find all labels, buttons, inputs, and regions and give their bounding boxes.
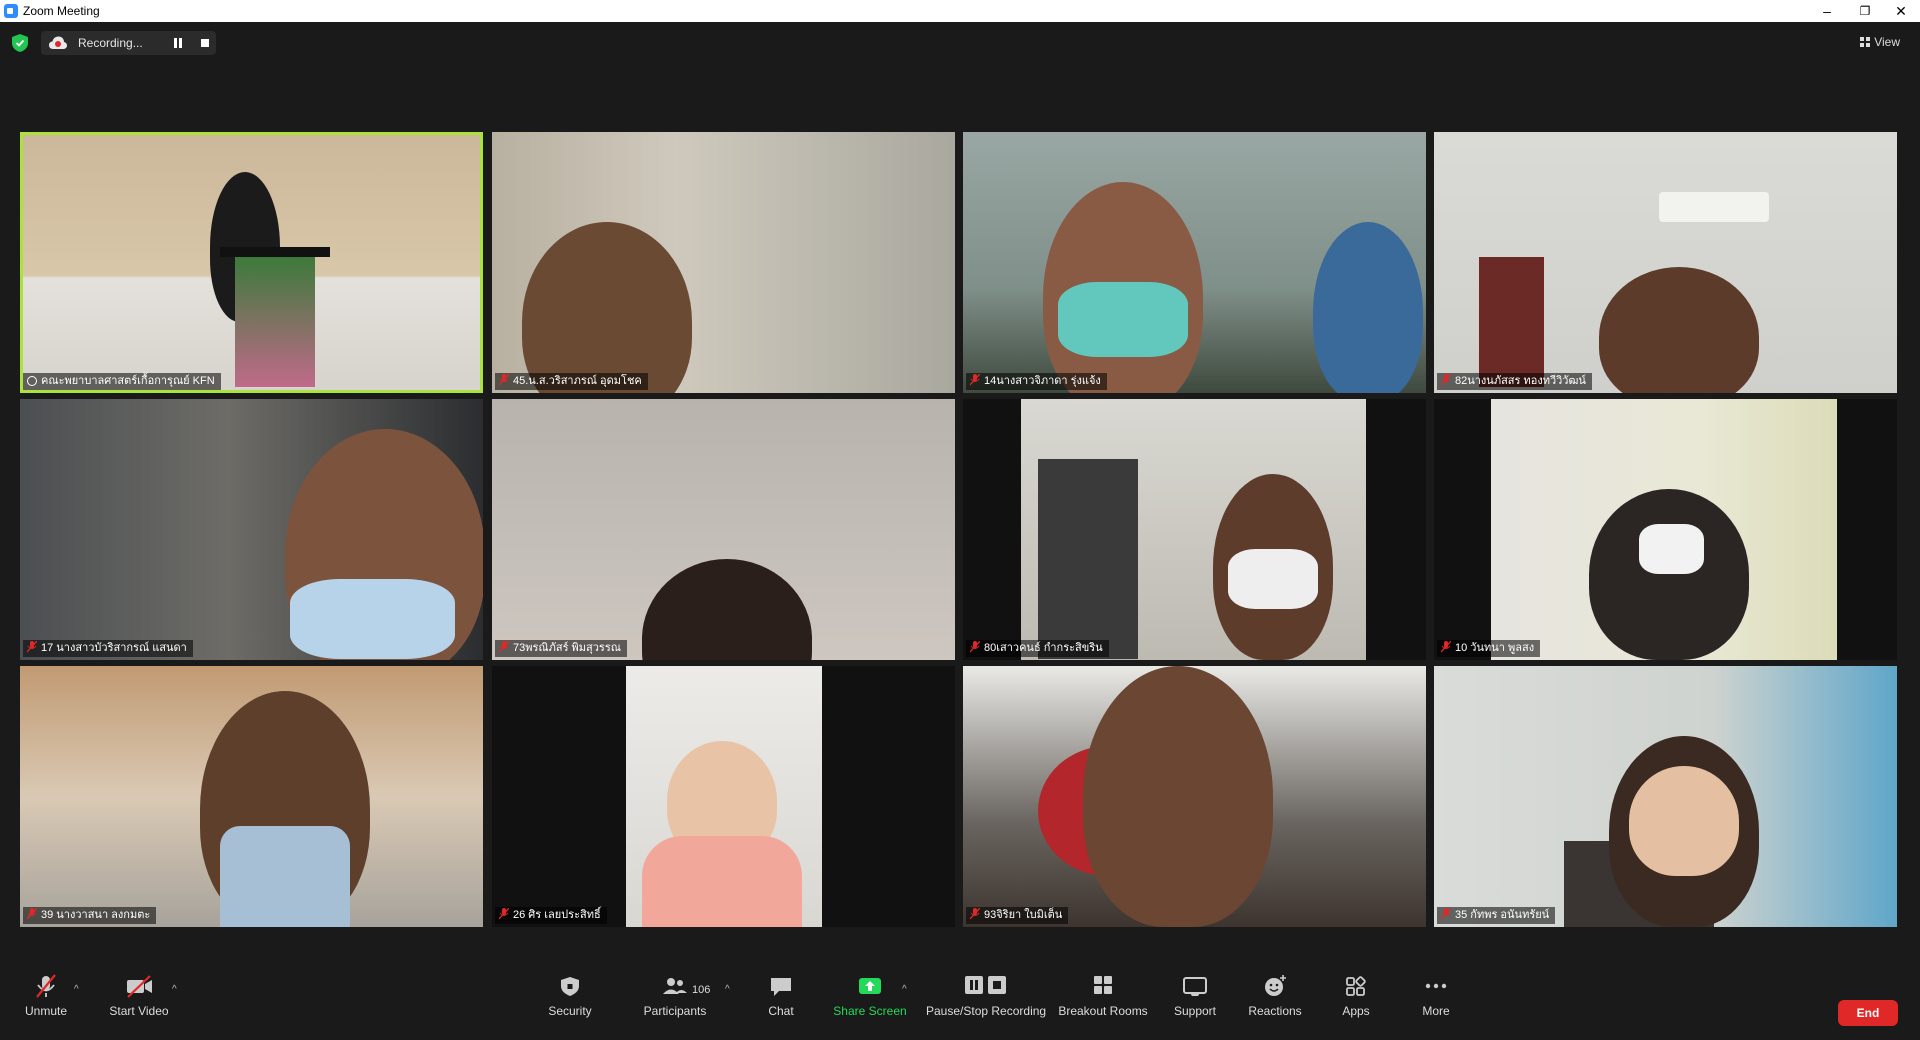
- pin-icon: [27, 376, 37, 386]
- cloud-recording-icon: [49, 36, 67, 49]
- pause-recording-icon[interactable]: [173, 38, 183, 48]
- participant-name: 82นางนภัสสร ทองทวีวิวัฒน์: [1437, 373, 1592, 390]
- video-tile[interactable]: 82นางนภัสสร ทองทวีวิวัฒน์: [1434, 132, 1897, 393]
- participant-shirt: [220, 826, 350, 927]
- zoom-logo-icon: [4, 4, 18, 18]
- muted-mic-icon: [499, 374, 509, 386]
- support-button[interactable]: Support: [1170, 972, 1220, 1018]
- participant-video: [1589, 489, 1749, 660]
- air-conditioner: [1659, 192, 1769, 222]
- participants-chevron-icon[interactable]: ^: [725, 984, 730, 995]
- share-screen-icon: [859, 978, 881, 994]
- door: [1479, 257, 1544, 387]
- grid-view-icon: [1860, 37, 1871, 47]
- participants-icon: [663, 978, 687, 994]
- video-tile[interactable]: คณะพยาบาลศาสตร์เกื้อการุณย์ KFN: [20, 132, 483, 393]
- view-label: View: [1874, 35, 1900, 49]
- video-tile[interactable]: 26 ศิร เลยประสิทธิ์: [492, 666, 955, 927]
- participant-name: 17 นางสาวบัวริสากรณ์ แสนดา: [23, 640, 193, 657]
- minimize-icon[interactable]: –: [1812, 1, 1842, 21]
- participant-name: 80เสาวคนธ์ กำกระสิขริน: [966, 640, 1109, 657]
- restore-icon[interactable]: ❐: [1850, 1, 1880, 21]
- video-tile[interactable]: 10 วันทนา พูลสง: [1434, 399, 1897, 660]
- participant-video: [1599, 267, 1759, 393]
- participant-name: 10 วันทนา พูลสง: [1437, 640, 1541, 657]
- participant-name: 14นางสาวจิภาดา รุ่งแจ้ง: [966, 373, 1107, 390]
- more-button[interactable]: More: [1418, 972, 1454, 1018]
- participant-video: [522, 222, 692, 393]
- security-button[interactable]: Security: [545, 972, 595, 1018]
- participant-shirt: [642, 836, 802, 927]
- participant-name: 93จิริยา ใบมิเต็น: [966, 907, 1069, 924]
- video-tile[interactable]: 17 นางสาวบัวริสากรณ์ แสนดา: [20, 399, 483, 660]
- encryption-shield-icon[interactable]: [12, 34, 28, 52]
- muted-mic-icon: [970, 908, 980, 920]
- video-tile[interactable]: 35 กัทพร อนันทรัยน์: [1434, 666, 1897, 927]
- muted-mic-icon: [27, 908, 37, 920]
- more-dots-icon: [1425, 983, 1447, 989]
- reactions-button[interactable]: Reactions: [1247, 972, 1303, 1018]
- audio-options-chevron-icon[interactable]: ^: [74, 984, 79, 995]
- unmute-button[interactable]: Unmute: [22, 972, 70, 1018]
- video-tile[interactable]: 45.น.ส.วริสาภรณ์ อุดมโชค: [492, 132, 955, 393]
- reactions-smiley-icon: [1265, 975, 1286, 996]
- breakout-rooms-icon: [1094, 976, 1112, 994]
- participant-name: 35 กัทพร อนันทรัยน์: [1437, 907, 1556, 924]
- share-options-chevron-icon[interactable]: ^: [902, 984, 907, 995]
- video-options-chevron-icon[interactable]: ^: [172, 984, 177, 995]
- video-tile[interactable]: 73พรณิภัสร์ พิมสุวรรณ: [492, 399, 955, 660]
- participant-name: 73พรณิภัสร์ พิมสุวรรณ: [495, 640, 627, 657]
- close-icon[interactable]: ✕: [1886, 1, 1916, 21]
- stop-recording-icon[interactable]: [201, 39, 209, 47]
- video-tile[interactable]: 14นางสาวจิภาดา รุ่งแจ้ง: [963, 132, 1426, 393]
- muted-mic-icon: [499, 908, 509, 920]
- video-tile[interactable]: 39 นางวาสนา ลงกมตะ: [20, 666, 483, 927]
- support-monitor-icon: [1183, 977, 1207, 996]
- security-shield-icon: [561, 977, 579, 996]
- muted-microphone-icon: [36, 974, 56, 998]
- video-tile[interactable]: 80เสาวคนธ์ กำกระสิขริน: [963, 399, 1426, 660]
- participant-name: คณะพยาบาลศาสตร์เกื้อการุณย์ KFN: [23, 373, 221, 390]
- muted-mic-icon: [499, 641, 509, 653]
- podium: [220, 247, 330, 257]
- share-screen-button[interactable]: Share Screen: [832, 972, 908, 1018]
- participant-video: [642, 559, 812, 660]
- participant-video: [1083, 666, 1273, 927]
- recording-label: Recording...: [78, 36, 143, 50]
- pause-stop-recording-button[interactable]: Pause/Stop Recording: [926, 972, 1046, 1018]
- participants-count: 106: [692, 984, 711, 996]
- chat-button[interactable]: Chat: [765, 972, 797, 1018]
- flower-podium: [235, 257, 315, 387]
- muted-mic-icon: [1441, 908, 1451, 920]
- face-mask: [290, 579, 455, 659]
- recording-indicator: Recording...: [41, 31, 216, 55]
- face-mask: [1058, 282, 1188, 357]
- participant-video: [1313, 222, 1423, 393]
- face-mask: [1639, 524, 1704, 574]
- muted-mic-icon: [1441, 374, 1451, 386]
- shelving: [1038, 459, 1138, 659]
- pause-stop-recording-icon: [965, 976, 1006, 994]
- meeting-toolbar: Unmute ^ Start Video ^ Security Particip…: [0, 972, 1920, 1040]
- participant-name: 26 ศิร เลยประสิทธิ์: [495, 907, 607, 924]
- apps-button[interactable]: Apps: [1338, 972, 1374, 1018]
- face-mask: [1228, 549, 1318, 609]
- breakout-rooms-button[interactable]: Breakout Rooms: [1058, 972, 1148, 1018]
- video-tile[interactable]: 93จิริยา ใบมิเต็น: [963, 666, 1426, 927]
- view-button[interactable]: View: [1860, 35, 1900, 49]
- participant-name: 45.น.ส.วริสาภรณ์ อุดมโชค: [495, 373, 648, 390]
- end-meeting-button[interactable]: End: [1838, 1000, 1898, 1026]
- window-title-bar: Zoom Meeting – ❐ ✕: [0, 0, 1920, 22]
- muted-mic-icon: [1441, 641, 1451, 653]
- participant-face: [1629, 766, 1739, 876]
- muted-mic-icon: [970, 641, 980, 653]
- window-title: Zoom Meeting: [23, 4, 100, 18]
- chat-icon: [771, 978, 791, 996]
- start-video-button[interactable]: Start Video: [104, 972, 174, 1018]
- muted-mic-icon: [970, 374, 980, 386]
- apps-icon: [1346, 976, 1366, 996]
- muted-mic-icon: [27, 641, 37, 653]
- video-off-icon: [127, 975, 152, 998]
- participant-name: 39 นางวาสนา ลงกมตะ: [23, 907, 157, 924]
